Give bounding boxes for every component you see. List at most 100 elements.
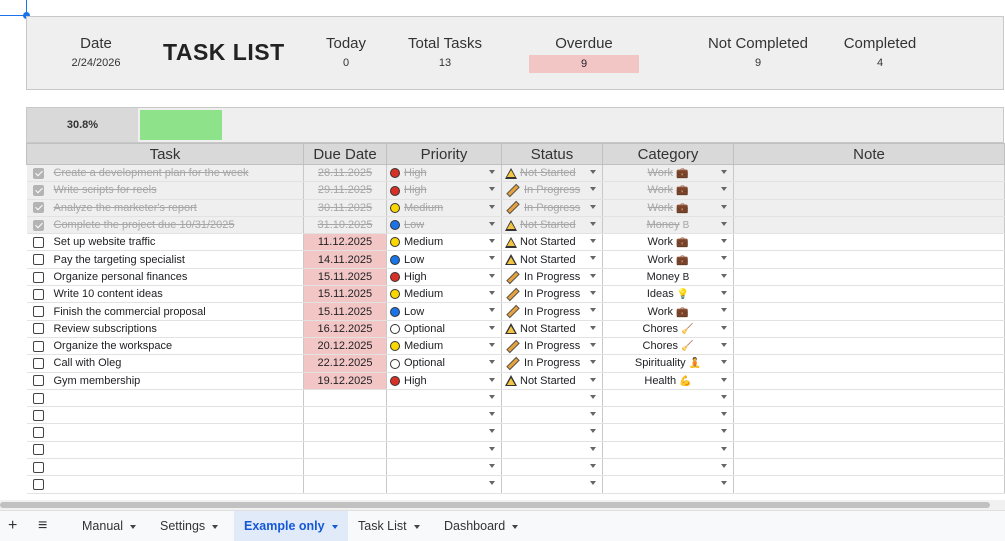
due-date[interactable]: 28.11.2025 [303,164,387,183]
note-cell[interactable] [733,302,1005,321]
task-checkbox[interactable] [26,302,51,321]
note-cell[interactable] [733,389,1005,408]
status-dropdown[interactable]: In Progress [501,181,603,200]
task-checkbox[interactable] [26,372,51,390]
category-dropdown[interactable]: Money B [602,216,734,235]
category-dropdown[interactable] [602,423,734,442]
priority-dropdown[interactable]: Low [386,250,502,269]
priority-dropdown[interactable]: Low [386,302,502,321]
category-dropdown[interactable]: Chores 🧹 [602,320,734,338]
task-checkbox[interactable] [26,389,51,408]
status-dropdown[interactable] [501,475,603,494]
category-dropdown[interactable]: Spirituality 🧘 [602,354,734,373]
status-dropdown[interactable] [501,406,603,425]
sheet-tab[interactable]: Dashboard [434,511,528,541]
priority-dropdown[interactable] [386,406,502,425]
note-cell[interactable] [733,423,1005,442]
category-dropdown[interactable]: Chores 🧹 [602,337,734,356]
note-cell[interactable] [733,199,1005,217]
status-dropdown[interactable]: In Progress [501,337,603,356]
task-checkbox[interactable] [26,233,51,252]
priority-dropdown[interactable]: Optional [386,354,502,373]
due-date[interactable] [303,475,387,494]
status-dropdown[interactable]: Not Started [501,164,603,183]
priority-dropdown[interactable] [386,458,502,477]
note-cell[interactable] [733,372,1005,390]
priority-dropdown[interactable]: Medium [386,199,502,217]
status-dropdown[interactable]: In Progress [501,302,603,321]
note-cell[interactable] [733,268,1005,287]
all-sheets-menu-icon[interactable]: ≡ [30,511,55,541]
task-checkbox[interactable] [26,164,51,183]
category-dropdown[interactable]: Work 💼 [602,181,734,200]
task-checkbox[interactable] [26,441,51,460]
status-dropdown[interactable]: Not Started [501,250,603,269]
note-cell[interactable] [733,406,1005,425]
priority-dropdown[interactable]: Medium [386,233,502,252]
task-name[interactable] [50,423,304,442]
due-date[interactable]: 22.12.2025 [303,354,387,373]
column-header-category[interactable]: Category [602,143,734,165]
category-dropdown[interactable]: Work 💼 [602,250,734,269]
task-checkbox[interactable] [26,475,51,494]
note-cell[interactable] [733,441,1005,460]
status-dropdown[interactable] [501,458,603,477]
task-checkbox[interactable] [26,354,51,373]
category-dropdown[interactable]: Health 💪 [602,372,734,390]
status-dropdown[interactable]: Not Started [501,320,603,338]
status-dropdown[interactable]: Not Started [501,372,603,390]
due-date[interactable]: 15.11.2025 [303,268,387,287]
status-dropdown[interactable] [501,423,603,442]
chevron-down-icon[interactable] [130,524,136,529]
category-dropdown[interactable] [602,389,734,408]
scrollbar-thumb[interactable] [0,502,990,508]
task-name[interactable]: Finish the commercial proposal [50,302,304,321]
task-name[interactable]: Organize personal finances [50,268,304,287]
priority-dropdown[interactable] [386,441,502,460]
task-name[interactable] [50,406,304,425]
column-header-status[interactable]: Status [501,143,603,165]
task-name[interactable]: Create a development plan for the week [50,164,304,183]
chevron-down-icon[interactable] [331,524,338,529]
note-cell[interactable] [733,320,1005,338]
chevron-down-icon[interactable] [212,524,219,529]
due-date[interactable] [303,389,387,408]
note-cell[interactable] [733,233,1005,252]
task-name[interactable] [50,389,304,408]
task-name[interactable]: Organize the workspace [50,337,304,356]
note-cell[interactable] [733,181,1005,200]
add-sheet-button[interactable]: + [0,511,25,541]
task-name[interactable]: Gym membership [50,372,304,390]
priority-dropdown[interactable] [386,475,502,494]
due-date[interactable]: 29.11.2025 [303,181,387,200]
task-checkbox[interactable] [26,199,51,217]
due-date[interactable]: 14.11.2025 [303,250,387,269]
task-name[interactable]: Write 10 content ideas [50,285,304,304]
column-header-priority[interactable]: Priority [386,143,502,165]
category-dropdown[interactable]: Work 💼 [602,233,734,252]
chevron-down-icon[interactable] [512,524,519,529]
note-cell[interactable] [733,250,1005,269]
priority-dropdown[interactable] [386,389,502,408]
due-date[interactable]: 30.11.2025 [303,199,387,217]
status-dropdown[interactable]: In Progress [501,354,603,373]
due-date[interactable] [303,441,387,460]
status-dropdown[interactable] [501,389,603,408]
task-name[interactable]: Write scripts for reels [50,181,304,200]
task-checkbox[interactable] [26,250,51,269]
category-dropdown[interactable]: Ideas 💡 [602,285,734,304]
task-name[interactable]: Review subscriptions [50,320,304,338]
column-header-task[interactable]: Task [26,143,304,165]
task-name[interactable]: Complete the project due 10/31/2025 [50,216,304,235]
task-checkbox[interactable] [26,181,51,200]
task-name[interactable] [50,475,304,494]
task-checkbox[interactable] [26,320,51,338]
horizontal-scrollbar[interactable] [0,500,1005,510]
task-name[interactable]: Analyze the marketer's report [50,199,304,217]
task-checkbox[interactable] [26,337,51,356]
task-name[interactable]: Call with Oleg [50,354,304,373]
due-date[interactable]: 15.11.2025 [303,302,387,321]
task-name[interactable]: Set up website traffic [50,233,304,252]
due-date[interactable]: 11.12.2025 [303,233,387,252]
task-checkbox[interactable] [26,406,51,425]
